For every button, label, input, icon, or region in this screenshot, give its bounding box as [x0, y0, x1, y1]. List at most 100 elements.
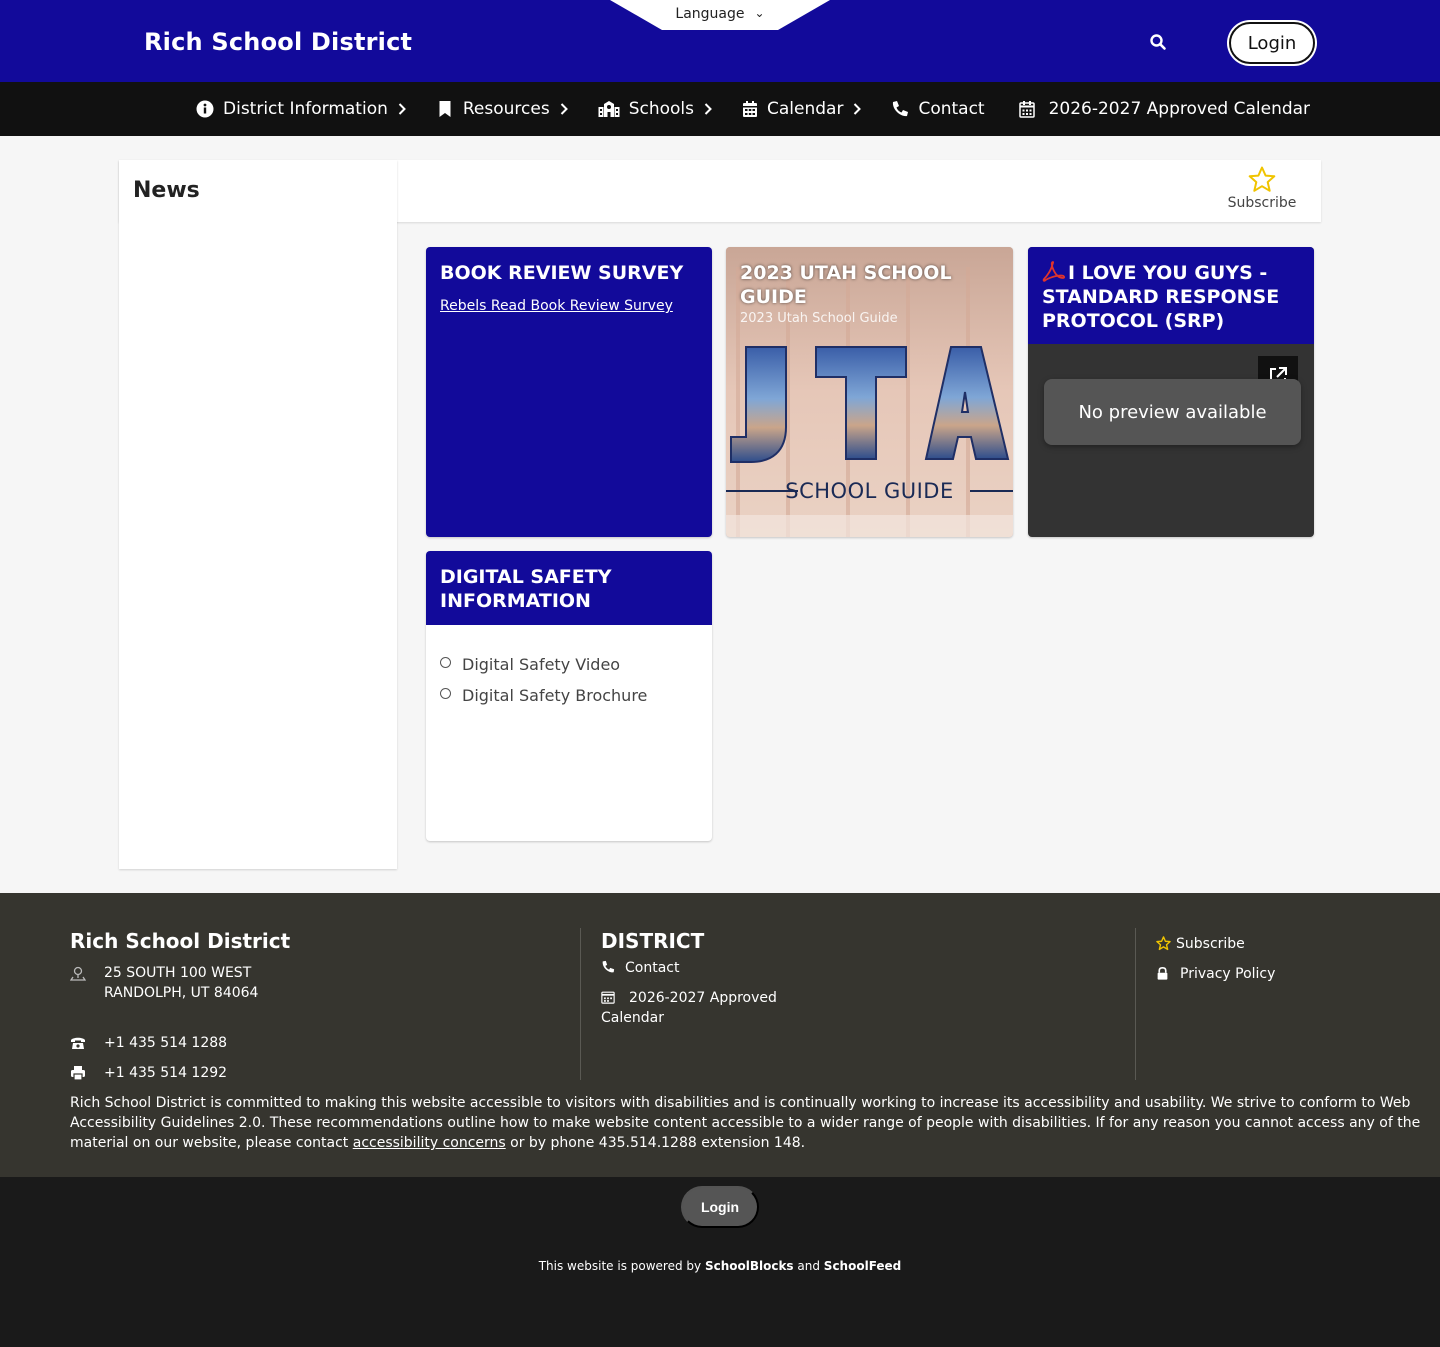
- footer-org-name: Rich School District: [70, 929, 291, 953]
- nav-item-approved-calendar[interactable]: 2026-2027 Approved Calendar: [1018, 99, 1311, 119]
- footer-privacy-link[interactable]: Privacy Policy: [1156, 964, 1275, 984]
- card-header: DIGITAL SAFETY INFORMATION: [426, 551, 712, 625]
- footer-phone[interactable]: +1 435 514 1288: [70, 1033, 227, 1053]
- login-button[interactable]: Login: [1229, 22, 1315, 64]
- footer-subscribe-label: Subscribe: [1176, 936, 1245, 952]
- accessibility-concerns-link[interactable]: accessibility concerns: [353, 1135, 506, 1151]
- telephone-icon: [71, 1037, 85, 1049]
- footer-district-heading: DISTRICT: [601, 929, 705, 953]
- list-item[interactable]: Digital Safety Brochure: [440, 680, 647, 711]
- address-line-2: RANDOLPH, UT 84064: [104, 985, 259, 1001]
- nav-item-district-information[interactable]: District Information: [196, 99, 406, 119]
- footer-calendar-label-1: 2026-2027 Approved: [629, 990, 777, 1006]
- bookmark-icon: [439, 101, 451, 117]
- pdf-icon: [1042, 261, 1066, 282]
- nav-label: Schools: [628, 99, 694, 119]
- footer-calendar-line: 2026-2027 Approved: [601, 988, 777, 1008]
- site-footer: Rich School District 25 SOUTH 100 WEST R…: [0, 893, 1440, 1177]
- chevron-right-icon: [560, 103, 568, 115]
- calendar-grid-icon: [1018, 101, 1035, 118]
- main-nav: District Information Resources Schools C…: [0, 82, 1440, 136]
- card-title: I LOVE YOU GUYS - STANDARD RESPONSE PROT…: [1042, 262, 1280, 332]
- star-icon: [1156, 936, 1171, 951]
- card-header: I LOVE YOU GUYS - STANDARD RESPONSE PROT…: [1028, 247, 1314, 344]
- digital-safety-list: Digital Safety Video Digital Safety Broc…: [440, 649, 647, 711]
- school-guide-image-text: SCHOOL GUIDE: [785, 479, 954, 503]
- language-selector[interactable]: Language ⌄: [610, 0, 830, 30]
- footer-divider: [580, 928, 581, 1080]
- footer-calendar-label-2: Calendar: [601, 1010, 664, 1026]
- footer-divider: [1135, 928, 1136, 1080]
- language-label: Language: [675, 6, 745, 22]
- powered-prefix: This website is powered by: [538, 1259, 705, 1273]
- powered-and: and: [793, 1259, 824, 1273]
- card-subtitle: 2023 Utah School Guide: [740, 311, 898, 326]
- card-utah-school-guide[interactable]: 2023 UTAH SCHOOL GUIDE 2023 Utah School …: [726, 247, 1013, 537]
- subscribe-label: Subscribe: [1227, 195, 1297, 211]
- nav-label: Calendar: [767, 99, 844, 119]
- nav-item-resources[interactable]: Resources: [436, 99, 568, 119]
- circle-bullet-icon: [440, 688, 451, 699]
- calendar-grid-icon: [601, 991, 615, 1004]
- footer-subscribe-link[interactable]: Subscribe: [1156, 934, 1245, 954]
- footer-contact-label: Contact: [625, 960, 680, 976]
- footer-privacy-label: Privacy Policy: [1180, 966, 1276, 982]
- language-label-wrap: Language ⌄: [610, 6, 830, 22]
- schoolblocks-link[interactable]: SchoolBlocks: [705, 1259, 794, 1273]
- chevron-down-icon: ⌄: [754, 6, 765, 20]
- footer-fax: +1 435 514 1292: [70, 1063, 227, 1083]
- search-icon[interactable]: [1149, 33, 1167, 51]
- footer-fax-text: +1 435 514 1292: [104, 1065, 228, 1081]
- star-icon: [1248, 166, 1276, 192]
- circle-bullet-icon: [440, 657, 451, 668]
- card-book-review-survey[interactable]: BOOK REVIEW SURVEY Rebels Read Book Revi…: [426, 247, 712, 537]
- news-sidebar: [119, 160, 397, 869]
- footer-approved-calendar-text: 2026-2027 Approved Calendar: [601, 988, 777, 1028]
- schoolfeed-link[interactable]: SchoolFeed: [824, 1259, 901, 1273]
- nav-item-contact[interactable]: Contact: [891, 99, 985, 119]
- school-building-icon: [598, 101, 620, 117]
- footer-approved-calendar-link[interactable]: 2026-2027 Approved Calendar: [601, 988, 777, 1028]
- card-title: 2023 UTAH SCHOOL GUIDE: [740, 262, 952, 308]
- footer-contact-link[interactable]: Contact: [601, 958, 679, 978]
- nav-label: District Information: [223, 99, 388, 119]
- site-title[interactable]: Rich School District: [144, 28, 412, 56]
- footer-address-text: 25 SOUTH 100 WEST RANDOLPH, UT 84064: [104, 963, 258, 1003]
- page-title: News: [133, 178, 200, 203]
- accessibility-statement: Rich School District is committed to mak…: [70, 1093, 1440, 1153]
- footer-org: Rich School District: [70, 929, 290, 953]
- phone-icon: [602, 960, 615, 973]
- chevron-right-icon: [398, 103, 406, 115]
- chevron-right-icon: [704, 103, 712, 115]
- nav-items: District Information Resources Schools C…: [196, 82, 1340, 136]
- survey-link[interactable]: Rebels Read Book Review Survey: [440, 298, 673, 314]
- nav-item-calendar[interactable]: Calendar: [742, 99, 862, 119]
- lock-icon: [1157, 966, 1168, 980]
- list-item[interactable]: Digital Safety Video: [440, 649, 647, 680]
- footer-address[interactable]: 25 SOUTH 100 WEST RANDOLPH, UT 84064: [70, 963, 258, 1003]
- chevron-right-icon: [854, 103, 862, 115]
- card-digital-safety: DIGITAL SAFETY INFORMATION Digital Safet…: [426, 551, 712, 841]
- subscribe-button[interactable]: Subscribe: [1222, 166, 1302, 211]
- footer-phone-text: +1 435 514 1288: [104, 1035, 228, 1051]
- card-title-wrap: I LOVE YOU GUYS - STANDARD RESPONSE PROT…: [1042, 260, 1302, 333]
- powered-by: This website is powered by SchoolBlocks …: [0, 1259, 1440, 1273]
- nav-label: Contact: [918, 99, 985, 119]
- no-preview-message: No preview available: [1044, 379, 1301, 445]
- nav-label: Resources: [462, 99, 550, 119]
- list-item-label: Digital Safety Video: [462, 655, 621, 674]
- info-circle-icon: [196, 100, 214, 118]
- calendar-icon: [743, 101, 757, 117]
- printer-icon: [71, 1066, 85, 1081]
- address-line-1: 25 SOUTH 100 WEST: [104, 965, 252, 981]
- list-item-label: Digital Safety Brochure: [462, 686, 648, 705]
- accessibility-text-2: or by phone 435.514.1288 extension 148.: [505, 1135, 806, 1151]
- nav-label: 2026-2027 Approved Calendar: [1048, 99, 1311, 119]
- card-title: BOOK REVIEW SURVEY: [440, 262, 684, 284]
- card-srp-protocol[interactable]: I LOVE YOU GUYS - STANDARD RESPONSE PROT…: [1028, 247, 1314, 537]
- nav-item-schools[interactable]: Schools: [598, 99, 712, 119]
- card-title: DIGITAL SAFETY INFORMATION: [440, 566, 612, 612]
- map-pin-icon: [70, 966, 86, 981]
- bottom-bar: Login This website is powered by SchoolB…: [0, 1177, 1440, 1347]
- footer-login-button[interactable]: Login: [681, 1186, 759, 1228]
